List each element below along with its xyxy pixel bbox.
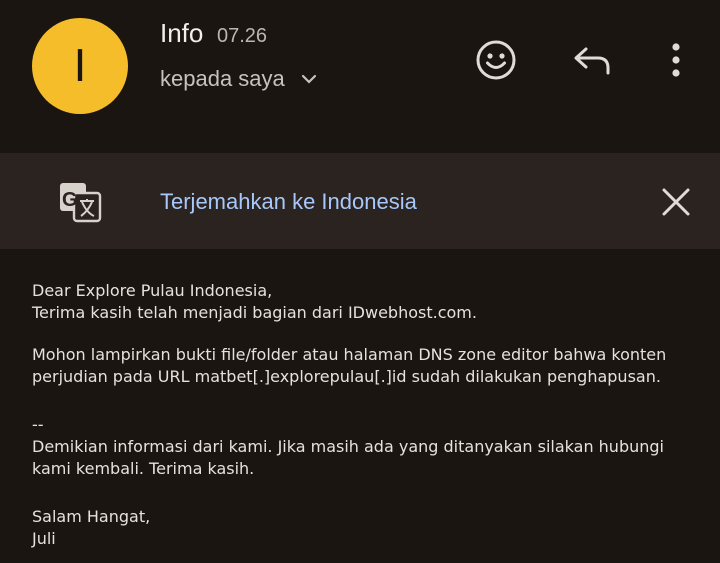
recipient-label: kepada saya [160,66,285,91]
request-line-2: perjudian pada URL matbet[.]explorepulau… [32,367,661,386]
thanks-line: Terima kasih telah menjadi bagian dari I… [32,303,477,322]
reply-button[interactable] [570,40,614,80]
avatar-letter: I [73,40,87,92]
close-translate-button[interactable] [660,186,692,218]
sender-name: Info [160,18,204,48]
sender-avatar[interactable]: I [32,18,128,114]
signature-separator: -- [32,415,44,434]
signer-name: Juli [32,529,56,548]
close-icon [662,188,690,216]
email-header: I Info 07.26 kepada saya [0,0,720,152]
emoji-reaction-button[interactable] [472,36,520,84]
svg-text:G: G [62,189,78,211]
more-options-button[interactable] [664,38,688,82]
greeting-line: Dear Explore Pulau Indonesia, [32,281,273,300]
closing-line-2: kami kembali. Terima kasih. [32,459,255,478]
translate-banner: G Terjemahkan ke Indonesia [0,153,720,249]
message-time: 07.26 [217,25,268,47]
request-line-1: Mohon lampirkan bukti file/folder atau h… [32,345,667,364]
closing-line-1: Demikian informasi dari kami. Jika masih… [32,437,664,456]
salutation-line: Salam Hangat, [32,507,151,526]
chevron-down-icon [299,69,319,89]
reply-icon [574,47,610,75]
more-vertical-icon [672,43,680,77]
message-body: Dear Explore Pulau Indonesia, Terima kas… [32,280,692,550]
recipient-toggle[interactable]: kepada saya [160,66,319,92]
translate-link[interactable]: Terjemahkan ke Indonesia [160,189,417,215]
emoji-reaction-icon [476,40,516,80]
google-translate-icon: G [58,181,102,223]
